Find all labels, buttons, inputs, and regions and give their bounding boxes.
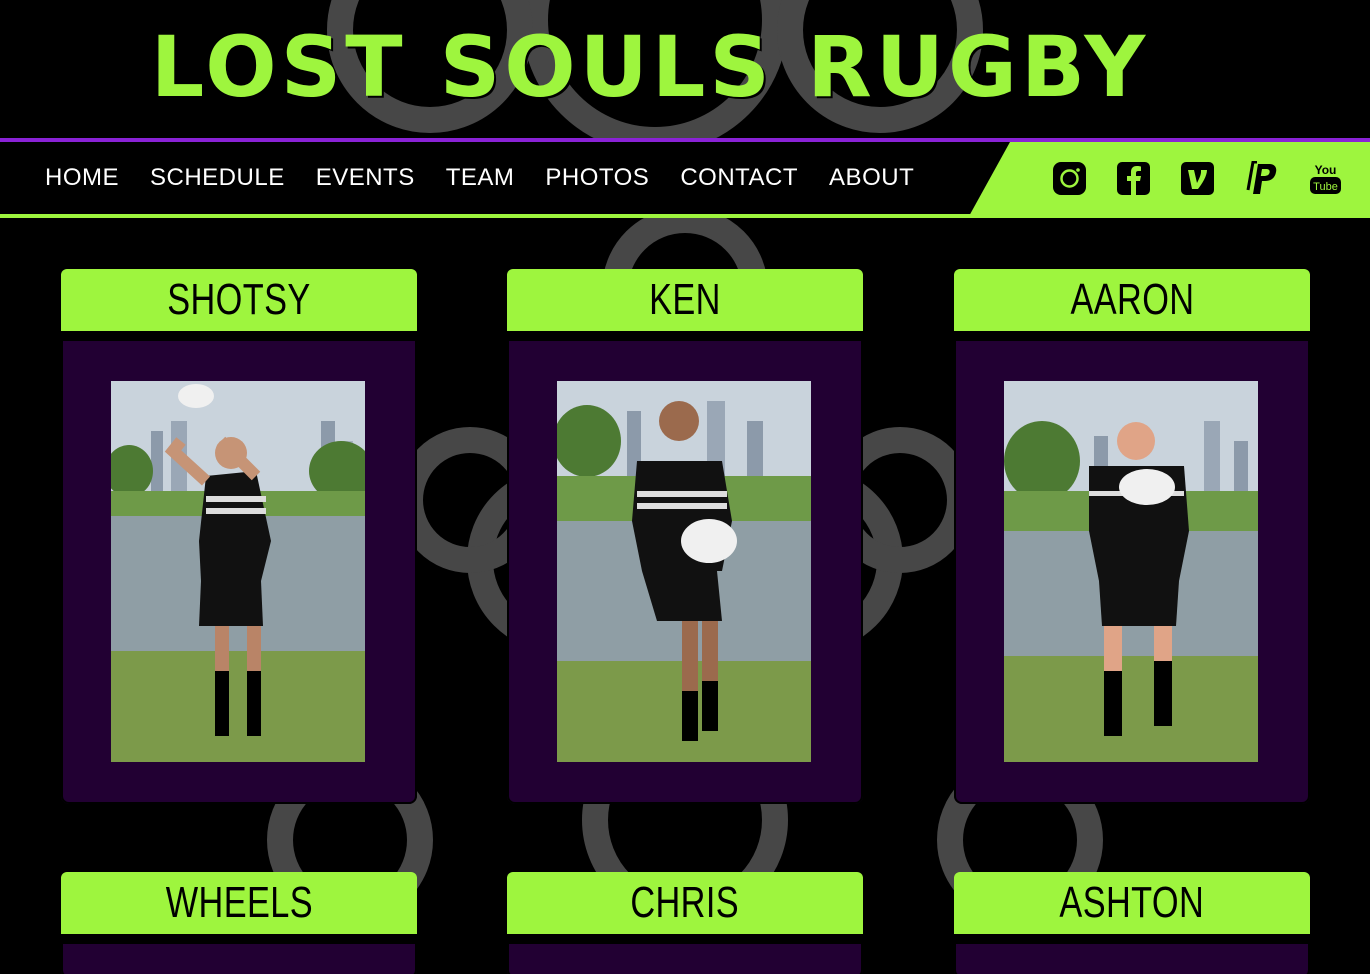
player-card-header: CHRIS (507, 872, 863, 938)
player-name: CHRIS (630, 878, 740, 927)
nav-item-contact[interactable]: CONTACT (680, 162, 798, 194)
nav-underline (0, 214, 975, 218)
social-links: You Tube (1052, 160, 1343, 196)
youtube-text-you: You (1315, 163, 1337, 177)
player-card-body (61, 335, 417, 804)
player-card-header: WHEELS (61, 872, 417, 938)
youtube-icon[interactable]: You Tube (1308, 160, 1343, 196)
nav-item-home[interactable]: HOME (45, 162, 119, 194)
player-card: WHEELS (61, 872, 417, 974)
site-title[interactable]: LOST SOULS RUGBY (0, 18, 1300, 116)
player-card-body (507, 938, 863, 974)
player-card-body (954, 938, 1310, 974)
nav-item-team[interactable]: TEAM (446, 162, 515, 194)
player-name: SHOTSY (167, 275, 311, 324)
player-card-header: SHOTSY (61, 269, 417, 335)
youtube-text-tube: Tube (1313, 181, 1338, 193)
player-card: CHRIS (507, 872, 863, 974)
nav-item-events[interactable]: EVENTS (316, 162, 415, 194)
player-card-body (954, 335, 1310, 804)
player-name: ASHTON (1059, 878, 1205, 927)
venmo-icon[interactable] (1180, 160, 1215, 196)
player-card-body (61, 938, 417, 974)
facebook-icon[interactable] (1116, 160, 1151, 196)
paypal-icon[interactable] (1244, 160, 1279, 196)
player-card: ASHTON (954, 872, 1310, 974)
player-photo[interactable] (111, 381, 365, 762)
nav-item-schedule[interactable]: SCHEDULE (150, 162, 285, 194)
player-card-header: ASHTON (954, 872, 1310, 938)
main-nav: HOME SCHEDULE EVENTS TEAM PHOTOS CONTACT… (45, 162, 914, 194)
player-card: AARON (954, 269, 1310, 804)
nav-item-about[interactable]: ABOUT (829, 162, 914, 194)
player-card: KEN (507, 269, 863, 804)
player-card-header: KEN (507, 269, 863, 335)
nav-item-photos[interactable]: PHOTOS (545, 162, 649, 194)
player-card-body (507, 335, 863, 804)
player-name: WHEELS (165, 878, 313, 927)
player-card-header: AARON (954, 269, 1310, 335)
player-card: SHOTSY (61, 269, 417, 804)
player-photo[interactable] (557, 381, 811, 762)
instagram-icon[interactable] (1052, 160, 1087, 196)
player-photo[interactable] (1004, 381, 1258, 762)
player-name: AARON (1069, 275, 1194, 324)
site-header: LOST SOULS RUGBY (0, 0, 1370, 140)
player-name: KEN (649, 275, 721, 324)
